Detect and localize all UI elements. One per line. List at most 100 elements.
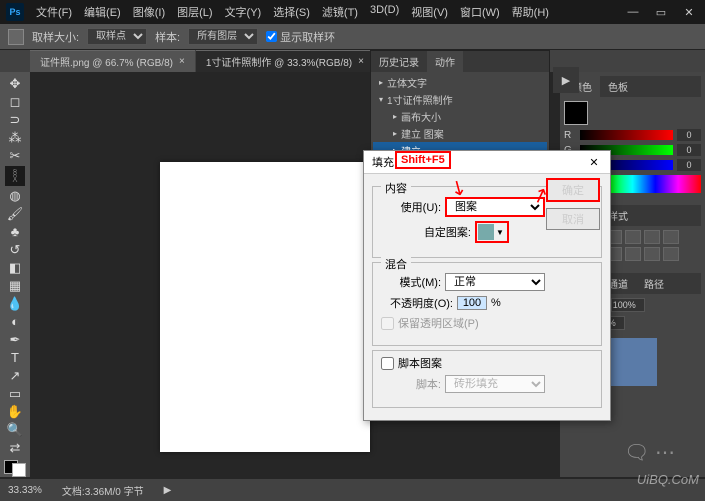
- pattern-thumb-icon: [478, 224, 494, 240]
- r-slider[interactable]: [580, 130, 673, 140]
- use-select[interactable]: 图案: [445, 197, 545, 217]
- adj-icon[interactable]: [644, 230, 660, 244]
- eyedropper-icon[interactable]: [8, 29, 24, 45]
- disclosure-icon[interactable]: ▸: [393, 112, 397, 121]
- menu-edit[interactable]: 编辑(E): [80, 1, 125, 23]
- type-tool[interactable]: T: [5, 350, 25, 366]
- disclosure-icon[interactable]: ▸: [379, 78, 383, 87]
- menu-file[interactable]: 文件(F): [32, 1, 76, 23]
- history-brush-tool[interactable]: ↺: [5, 242, 25, 258]
- zoom-level[interactable]: 33.33%: [8, 485, 42, 496]
- doc-tab-2[interactable]: 1寸证件照制作 @ 33.3%(RGB/8)×: [196, 50, 374, 72]
- disclosure-icon[interactable]: ▸: [393, 129, 397, 138]
- shape-tool[interactable]: ▭: [5, 386, 25, 402]
- b-value[interactable]: 0: [677, 159, 701, 171]
- fg-swatch[interactable]: [564, 101, 588, 125]
- tab-close-icon[interactable]: ×: [179, 56, 185, 67]
- action-item[interactable]: ▾1寸证件照制作: [373, 91, 547, 108]
- preserve-transparency-checkbox: [381, 317, 394, 330]
- close-icon[interactable]: ✕: [679, 6, 699, 19]
- mode-select[interactable]: 正常: [445, 273, 545, 291]
- pen-tool[interactable]: ✒: [5, 332, 25, 348]
- opacity-label: 不透明度(O):: [381, 295, 453, 311]
- actions-tab[interactable]: 动作: [427, 51, 463, 72]
- script-pattern-checkbox[interactable]: [381, 357, 394, 370]
- canvas[interactable]: [160, 162, 370, 452]
- dodge-tool[interactable]: ◐: [5, 314, 25, 330]
- tools-panel: ✥ ◻ ⊃ ⁂ ✂ 𓎛 ◍ 🖌 ♣ ↺ ◧ ▦ 💧 ◐ ✒ T ↗ ▭ ✋ 🔍 …: [0, 72, 30, 477]
- action-step[interactable]: ▸建立 图案: [373, 125, 547, 142]
- menu-layer[interactable]: 图层(L): [173, 1, 216, 23]
- script-label: 脚本:: [381, 376, 441, 392]
- menu-select[interactable]: 选择(S): [269, 1, 314, 23]
- zoom-tool[interactable]: 🔍: [5, 422, 25, 438]
- background-color[interactable]: [12, 463, 26, 477]
- sample-size-label: 取样大小:: [32, 29, 79, 45]
- blur-tool[interactable]: 💧: [5, 296, 25, 312]
- eraser-tool[interactable]: ◧: [5, 260, 25, 276]
- hand-tool[interactable]: ✋: [5, 404, 25, 420]
- content-group-label: 内容: [381, 180, 411, 196]
- dialog-title: 填充: [372, 154, 394, 170]
- menu-3d[interactable]: 3D(D): [366, 1, 403, 23]
- action-step[interactable]: ▸画布大小: [373, 108, 547, 125]
- doc-tab-1[interactable]: 证件照.png @ 66.7% (RGB/8)×: [30, 50, 195, 72]
- g-value[interactable]: 0: [677, 144, 701, 156]
- play-button-large[interactable]: ▶: [553, 67, 579, 93]
- watermark-text: UiBQ.CoM: [637, 472, 699, 487]
- path-tool[interactable]: ↗: [5, 368, 25, 384]
- menu-view[interactable]: 视图(V): [407, 1, 452, 23]
- action-item[interactable]: ▸立体文字: [373, 74, 547, 91]
- show-ring-checkbox[interactable]: 显示取样环: [266, 29, 335, 45]
- wand-tool[interactable]: ⁂: [5, 130, 25, 146]
- menubar: 文件(F) 编辑(E) 图像(I) 图层(L) 文字(Y) 选择(S) 滤镜(T…: [32, 1, 553, 23]
- menu-image[interactable]: 图像(I): [129, 1, 169, 23]
- opacity-value[interactable]: [611, 298, 645, 312]
- adj-icon[interactable]: [663, 247, 679, 261]
- heal-tool[interactable]: ◍: [5, 188, 25, 204]
- r-value[interactable]: 0: [677, 129, 701, 141]
- titlebar: Ps 文件(F) 编辑(E) 图像(I) 图层(L) 文字(Y) 选择(S) 滤…: [0, 0, 705, 24]
- percent-label: %: [491, 297, 501, 309]
- color-swap-icon[interactable]: ⇄: [5, 440, 25, 456]
- menu-filter[interactable]: 滤镜(T): [318, 1, 362, 23]
- status-bar: 33.33% 文档:3.36M/0 字节 ▶: [0, 479, 705, 501]
- adj-icon[interactable]: [663, 230, 679, 244]
- lasso-tool[interactable]: ⊃: [5, 112, 25, 128]
- adj-icon[interactable]: [644, 247, 660, 261]
- menu-window[interactable]: 窗口(W): [456, 1, 504, 23]
- doc-info[interactable]: 文档:3.36M/0 字节: [62, 483, 144, 498]
- minimize-icon[interactable]: —: [623, 6, 643, 19]
- move-tool[interactable]: ✥: [5, 76, 25, 92]
- color-swatches[interactable]: [4, 460, 26, 477]
- status-triangle-icon[interactable]: ▶: [164, 485, 172, 496]
- custom-pattern-label: 自定图案:: [381, 224, 471, 240]
- maximize-icon[interactable]: ▭: [651, 6, 671, 19]
- paths-tab[interactable]: 路径: [636, 273, 672, 294]
- crop-tool[interactable]: ✂: [5, 148, 25, 164]
- menu-type[interactable]: 文字(Y): [221, 1, 266, 23]
- sample-layer-select[interactable]: 所有图层: [188, 28, 258, 45]
- adj-icon[interactable]: [625, 230, 641, 244]
- menu-help[interactable]: 帮助(H): [508, 1, 553, 23]
- adj-icon[interactable]: [625, 247, 641, 261]
- marquee-tool[interactable]: ◻: [5, 94, 25, 110]
- layer-thumbnail[interactable]: [609, 338, 657, 386]
- tab-close-icon[interactable]: ×: [358, 56, 364, 67]
- dialog-close-icon[interactable]: ✕: [586, 156, 602, 169]
- use-label: 使用(U):: [381, 199, 441, 215]
- history-tab[interactable]: 历史记录: [371, 51, 427, 72]
- sample-size-select[interactable]: 取样点: [87, 28, 147, 45]
- eyedropper-tool[interactable]: 𓎛: [5, 166, 25, 186]
- stamp-tool[interactable]: ♣: [5, 224, 25, 240]
- swatches-tab[interactable]: 色板: [600, 76, 636, 97]
- opacity-input[interactable]: [457, 296, 487, 310]
- gradient-tool[interactable]: ▦: [5, 278, 25, 294]
- preserve-transparency-label: 保留透明区域(P): [398, 315, 479, 331]
- custom-pattern-picker[interactable]: ▼: [475, 221, 509, 243]
- ok-button[interactable]: 确定: [546, 178, 600, 202]
- dropdown-icon[interactable]: ▼: [494, 228, 506, 237]
- disclosure-icon[interactable]: ▾: [379, 95, 383, 104]
- brush-tool[interactable]: 🖌: [5, 206, 25, 222]
- cancel-button[interactable]: 取消: [546, 208, 600, 230]
